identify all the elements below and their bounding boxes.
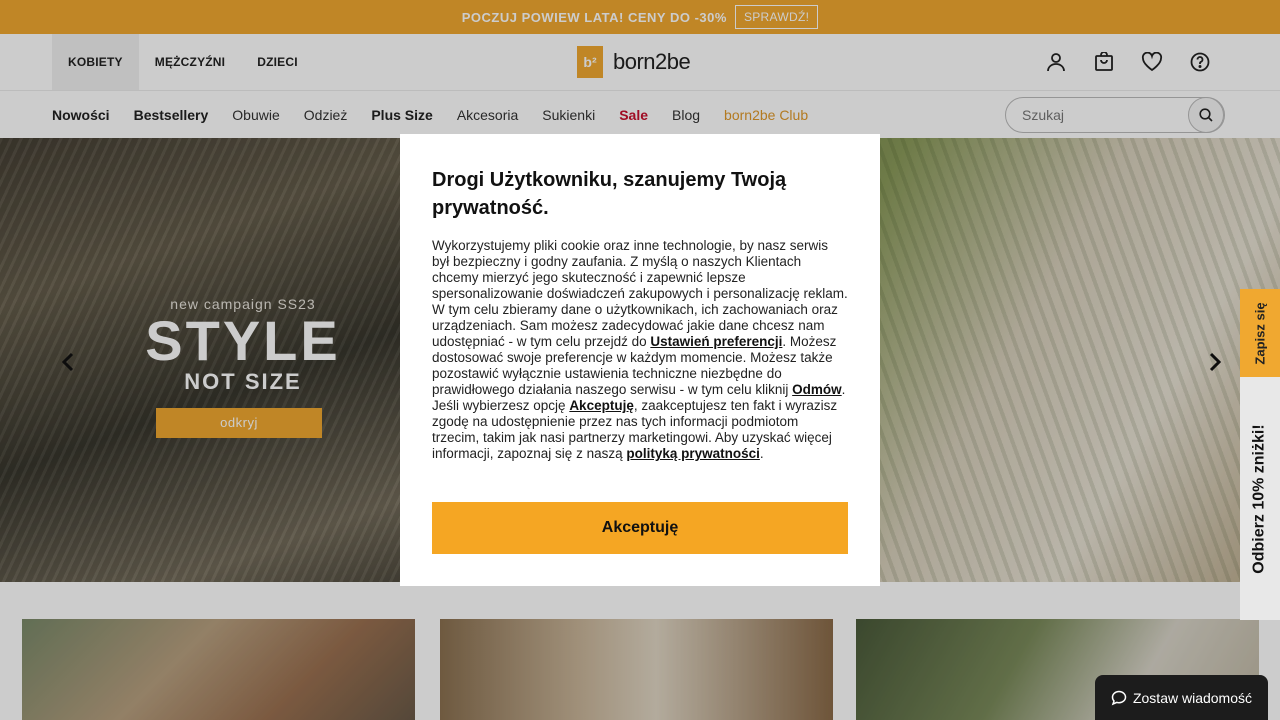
consent-title: Drogi Użytkowniku, szanujemy Twoją prywa… (432, 169, 787, 219)
privacy-policy-link[interactable]: polityką prywatności (626, 446, 760, 461)
discount-label: Odbierz 10% zniżki! (1251, 423, 1268, 574)
accept-cookies-button[interactable]: Akceptuję (432, 502, 848, 554)
chat-bubble-icon (1111, 690, 1127, 705)
cookie-consent-modal: Drogi Użytkowniku, szanujemy Twoją prywa… (400, 134, 880, 586)
chat-widget-button[interactable]: Zostaw wiadomość (1095, 675, 1268, 720)
newsletter-signup-tab[interactable]: Zapisz się (1240, 289, 1280, 377)
newsletter-signup-label: Zapisz się (1252, 301, 1268, 365)
discount-tab[interactable]: Odbierz 10% zniżki! (1240, 377, 1280, 620)
consent-body: Wykorzystujemy pliki cookie oraz inne te… (432, 238, 848, 462)
consent-text-1: Wykorzystujemy pliki cookie oraz inne te… (432, 238, 848, 349)
accept-link[interactable]: Akceptuję (569, 398, 634, 413)
reject-link[interactable]: Odmów (792, 382, 842, 397)
preferences-link[interactable]: Ustawień preferencji (650, 334, 782, 349)
chat-label: Zostaw wiadomość (1132, 689, 1253, 706)
consent-text-5: . (759, 446, 764, 461)
